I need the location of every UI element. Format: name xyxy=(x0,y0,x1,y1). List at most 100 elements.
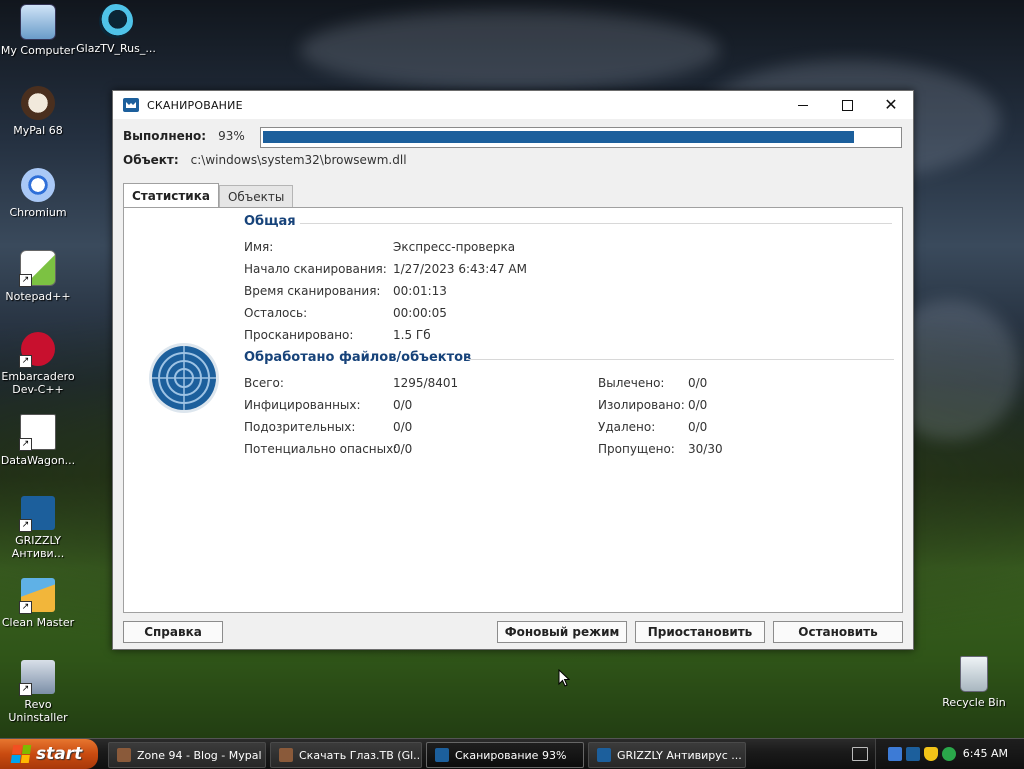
processed-suspicious-key: Подозрительных: xyxy=(244,420,356,434)
progress-label: Выполнено: xyxy=(123,129,207,143)
taskbar-item-grizzly[interactable]: GRIZZLY Антивирус ... xyxy=(588,742,746,768)
processed-deleted-value: 0/0 xyxy=(688,420,708,434)
statistics-panel: Общая Имя: Экспресс-проверка Начало скан… xyxy=(123,207,903,613)
processed-total-key: Всего: xyxy=(244,376,284,390)
stat-remaining-value: 00:00:05 xyxy=(393,306,447,320)
mypal-icon xyxy=(279,748,293,762)
windows-logo-icon xyxy=(10,745,32,763)
pause-button[interactable]: Приостановить xyxy=(635,621,765,643)
radar-icon xyxy=(149,343,219,413)
taskbar-item-label: Сканирование 93% xyxy=(455,748,567,762)
taskbar-item-label: Zone 94 - Blog - Mypal xyxy=(137,748,262,762)
desktop-icon-label: GlazTV_Rus_... xyxy=(76,42,156,55)
devcpp-icon: ↗ xyxy=(19,332,55,368)
progress-bar xyxy=(260,127,902,148)
desktop-icon-clean-master[interactable]: ↗ Clean Master xyxy=(0,578,80,629)
processed-heading: Обработано файлов/объектов xyxy=(244,350,472,365)
maximize-icon xyxy=(841,99,853,111)
scan-window: СКАНИРОВАНИЕ ✕ Выполнено: 93% Объект: c:… xyxy=(112,90,914,650)
grizzly-antivirus-icon xyxy=(435,748,449,762)
close-button[interactable]: ✕ xyxy=(869,91,913,119)
object-label: Объект: xyxy=(123,153,179,167)
processed-skipped-value: 30/30 xyxy=(688,442,723,456)
network-icon[interactable] xyxy=(888,747,902,761)
stat-name-key: Имя: xyxy=(244,240,274,254)
recycle-bin-icon xyxy=(960,656,988,692)
taskbar: start Zone 94 - Blog - Mypal Скачать Гла… xyxy=(0,738,1024,769)
desktop-icon-grizzly[interactable]: ↗ GRIZZLY Антиви... xyxy=(0,496,80,560)
desktop-icon-label: Clean Master xyxy=(1,616,75,629)
processed-infected-key: Инфицированных: xyxy=(244,398,361,412)
grizzly-antivirus-icon xyxy=(597,748,611,762)
datawagon-icon: ↗ xyxy=(19,414,56,451)
stat-scanned-value: 1.5 Гб xyxy=(393,328,431,342)
desktop-icon-mypal[interactable]: MyPal 68 xyxy=(0,86,80,137)
maximize-button[interactable] xyxy=(825,91,869,119)
grizzly-antivirus-icon: ↗ xyxy=(19,496,55,532)
system-tray: 6:45 AM xyxy=(875,739,1024,769)
stat-remaining-key: Осталось: xyxy=(244,306,308,320)
desktop-icon-label: MyPal 68 xyxy=(13,124,63,137)
processed-quarantined-key: Изолировано: xyxy=(598,398,685,412)
taskbar-item-scan[interactable]: Сканирование 93% xyxy=(426,742,584,768)
taskbar-item-mypal[interactable]: Zone 94 - Blog - Mypal xyxy=(108,742,266,768)
desktop-icon-chromium[interactable]: Chromium xyxy=(0,168,80,219)
object-path: c:\windows\system32\browsewm.dll xyxy=(190,153,407,167)
processed-risky-value: 0/0 xyxy=(393,442,413,456)
clock[interactable]: 6:45 AM xyxy=(963,747,1008,760)
security-shield-icon[interactable] xyxy=(924,747,938,761)
general-heading: Общая xyxy=(244,214,296,229)
processed-suspicious-value: 0/0 xyxy=(393,420,413,434)
desktop-icon-glaztv[interactable]: GlazTV_Rus_... xyxy=(74,4,158,55)
keyboard-icon[interactable] xyxy=(852,747,868,761)
glaztv-icon xyxy=(99,4,133,38)
taskbar-item-label: GRIZZLY Антивирус ... xyxy=(617,748,742,762)
processed-risky-key: Потенциально опасных: xyxy=(244,442,398,456)
processed-cured-key: Вылечено: xyxy=(598,376,665,390)
refresh-icon[interactable] xyxy=(942,747,956,761)
progress-bar-fill xyxy=(263,131,854,143)
stat-start-key: Начало сканирования: xyxy=(244,262,387,276)
start-button[interactable]: start xyxy=(0,739,98,769)
taskbar-item-glaztv-download[interactable]: Скачать Глаз.ТВ (Gl... xyxy=(270,742,422,768)
broom-icon: ↗ xyxy=(19,578,55,614)
stat-name-value: Экспресс-проверка xyxy=(393,240,516,254)
window-title: СКАНИРОВАНИЕ xyxy=(147,98,243,112)
desktop-icon-my-computer[interactable]: My Computer xyxy=(0,4,80,57)
stat-start-value: 1/27/2023 6:43:47 AM xyxy=(393,262,527,276)
grizzly-tray-icon[interactable] xyxy=(906,747,920,761)
tab-objects[interactable]: Объекты xyxy=(218,185,294,208)
close-icon: ✕ xyxy=(884,95,898,114)
background-mode-button[interactable]: Фоновый режим xyxy=(497,621,627,643)
desktop-icon-label: Notepad++ xyxy=(5,290,71,303)
desktop-icon-label: Chromium xyxy=(9,206,67,219)
stat-duration-value: 00:01:13 xyxy=(393,284,447,298)
desktop-icon-recycle-bin[interactable]: Recycle Bin xyxy=(932,656,1016,709)
processed-cured-value: 0/0 xyxy=(688,376,708,390)
desktop-icon-notepadpp[interactable]: ↗ Notepad++ xyxy=(0,250,80,303)
chromium-icon xyxy=(21,168,55,202)
desktop-icon-label: Revo Uninstaller xyxy=(8,698,68,724)
desktop-icon-revo[interactable]: ↗ Revo Uninstaller xyxy=(0,660,80,724)
mypal-icon xyxy=(117,748,131,762)
object-row: Объект: c:\windows\system32\browsewm.dll xyxy=(123,153,407,167)
mypal-icon xyxy=(21,86,55,120)
minimize-button[interactable] xyxy=(781,91,825,119)
minimize-icon xyxy=(798,104,808,106)
progress-row: Выполнено: 93% xyxy=(123,129,245,143)
desktop-icon-label: My Computer xyxy=(0,44,76,57)
tab-statistics[interactable]: Статистика xyxy=(123,183,219,208)
desktop-icon-devcpp[interactable]: ↗ Embarcadero Dev-C++ xyxy=(0,332,80,396)
stat-duration-key: Время сканирования: xyxy=(244,284,381,298)
desktop-icon-label: GRIZZLY Антиви... xyxy=(11,534,65,560)
stat-scanned-key: Просканировано: xyxy=(244,328,354,342)
tab-bar: Статистика Объекты xyxy=(123,183,294,208)
grizzly-logo-icon xyxy=(123,98,139,112)
sky-cloud xyxy=(300,10,720,90)
help-button[interactable]: Справка xyxy=(123,621,223,643)
desktop-icon-datawagon[interactable]: ↗ DataWagon... xyxy=(0,414,80,467)
computer-icon xyxy=(20,4,56,40)
processed-infected-value: 0/0 xyxy=(393,398,413,412)
stop-button[interactable]: Остановить xyxy=(773,621,903,643)
title-bar[interactable]: СКАНИРОВАНИЕ ✕ xyxy=(113,91,913,119)
